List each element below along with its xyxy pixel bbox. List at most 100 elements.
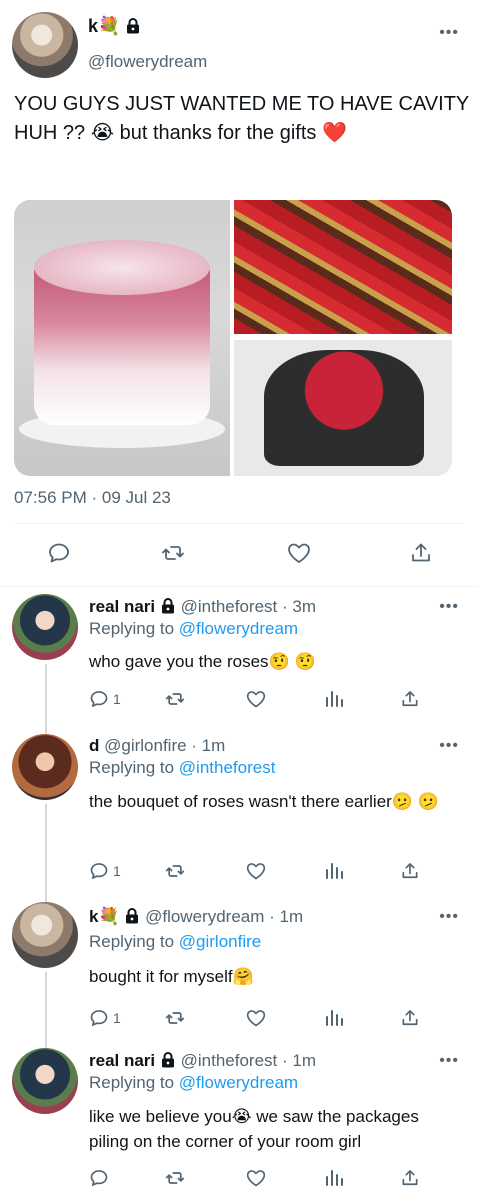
retweet-button[interactable] <box>164 861 186 881</box>
analytics-button[interactable] <box>324 861 344 881</box>
author-name[interactable]: k💐 <box>89 907 120 926</box>
reply-text: the bouquet of roses wasn't there earlie… <box>89 792 439 811</box>
replying-to-link[interactable]: @flowerydream <box>179 1073 298 1092</box>
thread-line <box>45 892 47 902</box>
tweet-text: YOU GUYS JUST WANTED ME TO HAVE CAVITY H… <box>14 93 469 144</box>
chocolates-photo[interactable] <box>234 200 452 334</box>
reply-button[interactable]: 1 <box>89 1008 121 1028</box>
share-icon <box>402 691 418 707</box>
like-button[interactable] <box>245 689 267 709</box>
avatar[interactable] <box>12 1048 78 1114</box>
analytics-icon <box>326 1010 343 1026</box>
retweet-icon <box>165 1012 185 1024</box>
more-icon[interactable]: ••• <box>439 1052 459 1070</box>
reply-tweet: d @girlonfire · 1m ••• Replying to @inth… <box>0 728 477 892</box>
thread-line <box>45 804 47 892</box>
like-button[interactable] <box>245 1008 267 1028</box>
share-button[interactable] <box>409 541 433 565</box>
analytics-button[interactable] <box>324 1168 344 1188</box>
author-name[interactable]: real nari <box>89 1051 155 1070</box>
thread-line <box>45 972 47 1038</box>
reply-button[interactable] <box>89 1168 109 1188</box>
share-button[interactable] <box>400 1168 420 1188</box>
share-icon <box>402 863 418 879</box>
reply-button[interactable]: 1 <box>89 689 121 709</box>
reply-text: who gave you the roses🤨 🤨 <box>89 652 316 671</box>
thread-line <box>45 664 47 728</box>
avatar[interactable] <box>12 734 78 800</box>
like-icon <box>246 691 266 708</box>
retweet-icon <box>165 1172 185 1184</box>
retweet-button[interactable] <box>164 689 186 709</box>
share-icon <box>402 1170 418 1186</box>
reply-button[interactable]: 1 <box>89 861 121 881</box>
share-button[interactable] <box>400 689 420 709</box>
replying-to: Replying to @intheforest <box>89 758 276 777</box>
analytics-icon <box>326 691 343 707</box>
share-button[interactable] <box>400 1008 420 1028</box>
avatar[interactable] <box>12 902 78 968</box>
lock-icon <box>124 908 140 929</box>
author-name[interactable]: d <box>89 736 99 755</box>
replying-to-link[interactable]: @intheforest <box>179 758 276 777</box>
lock-icon <box>125 18 141 39</box>
main-tweet: k💐 @flowerydream ••• YOU GUYS JUST WANTE… <box>0 0 477 586</box>
reply-text: like we believe you😭 we saw the packages… <box>89 1107 419 1151</box>
reply-count: 1 <box>113 863 121 879</box>
author-name[interactable]: k💐 <box>88 16 120 36</box>
author-handle[interactable]: @flowerydream · 1m <box>145 907 303 926</box>
replying-to: Replying to @flowerydream <box>89 619 299 638</box>
author-handle[interactable]: @intheforest · 1m <box>181 1051 316 1070</box>
author-handle[interactable]: @girlonfire · 1m <box>104 736 225 755</box>
reply-tweet: real nari @intheforest · 3m ••• Replying… <box>0 586 477 728</box>
like-icon <box>288 543 310 563</box>
more-icon[interactable]: ••• <box>439 24 459 42</box>
like-button[interactable] <box>286 541 312 565</box>
share-button[interactable] <box>400 861 420 881</box>
reply-icon <box>90 863 108 879</box>
more-icon[interactable]: ••• <box>439 908 459 926</box>
author-name-row[interactable]: k💐 <box>88 16 141 39</box>
lock-icon <box>160 1052 176 1073</box>
divider <box>14 523 463 524</box>
replying-to: Replying to @girlonfire <box>89 932 262 951</box>
replying-to: Replying to @flowerydream <box>89 1073 299 1092</box>
like-icon <box>246 1170 266 1187</box>
roses-bouquet-photo[interactable] <box>234 340 452 476</box>
retweet-button[interactable] <box>164 1168 186 1188</box>
reply-icon <box>49 543 69 563</box>
author-handle[interactable]: @flowerydream <box>88 52 207 72</box>
analytics-icon <box>326 863 343 879</box>
like-icon <box>246 1010 266 1027</box>
analytics-button[interactable] <box>324 689 344 709</box>
share-icon <box>402 1010 418 1026</box>
more-icon[interactable]: ••• <box>439 737 459 755</box>
reply-icon <box>90 1170 108 1186</box>
cake-photo[interactable] <box>14 200 230 476</box>
retweet-icon <box>165 865 185 877</box>
share-icon <box>412 543 430 562</box>
like-button[interactable] <box>245 861 267 881</box>
reply-count: 1 <box>113 1010 121 1026</box>
reply-icon <box>90 1010 108 1026</box>
replying-to-link[interactable]: @girlonfire <box>179 932 261 951</box>
avatar[interactable] <box>12 12 78 78</box>
reply-tweet: k💐 @flowerydream · 1m ••• Replying to @g… <box>0 892 477 1038</box>
reply-button[interactable] <box>47 541 71 565</box>
like-icon <box>246 863 266 880</box>
reply-icon <box>90 691 108 707</box>
media-grid[interactable] <box>14 200 452 476</box>
replying-to-link[interactable]: @flowerydream <box>179 619 298 638</box>
retweet-icon <box>165 693 185 705</box>
author-name[interactable]: real nari <box>89 597 155 616</box>
analytics-button[interactable] <box>324 1008 344 1028</box>
reply-text: bought it for myself🤗 <box>89 967 254 986</box>
retweet-button[interactable] <box>164 1008 186 1028</box>
retweet-button[interactable] <box>161 541 185 565</box>
like-button[interactable] <box>245 1168 267 1188</box>
tweet-timestamp[interactable]: 07:56 PM · 09 Jul 23 <box>14 488 171 508</box>
avatar[interactable] <box>12 594 78 660</box>
lock-icon <box>160 598 176 619</box>
more-icon[interactable]: ••• <box>439 598 459 616</box>
author-handle[interactable]: @intheforest · 3m <box>181 597 316 616</box>
